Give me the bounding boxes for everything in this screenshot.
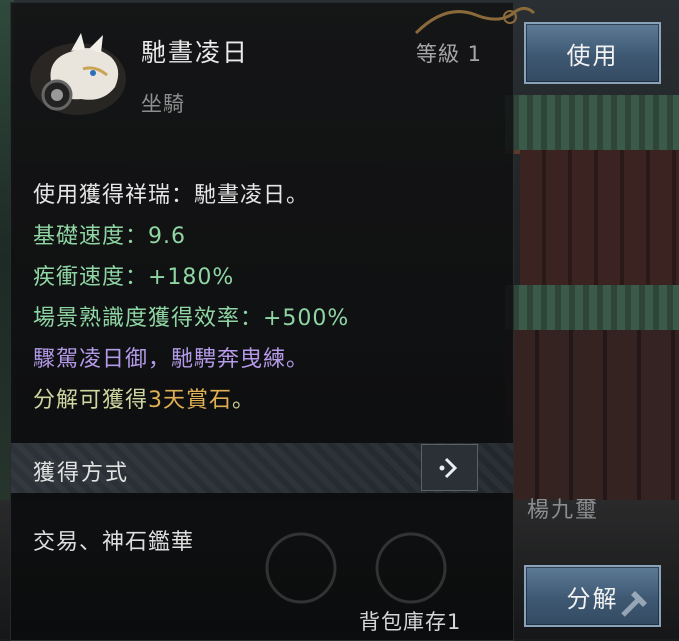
- acquire-section-title: 獲得方式: [33, 461, 130, 486]
- decompose-reward-text: 分解可獲得3天賞石。: [33, 380, 349, 421]
- stat-sprint-speed: 疾衝速度：+180%: [33, 265, 235, 290]
- decompose-reward-highlight: 3天賞石: [148, 388, 233, 413]
- hammer-icon: [621, 591, 647, 617]
- item-tooltip-panel: 馳晝凌日 等級 1 坐騎 使用獲得祥瑞：馳晝凌日。 基礎速度：9.6 疾衝速度：…: [10, 2, 536, 641]
- description-use-effect: 使用獲得祥瑞：馳晝凌日。: [33, 183, 310, 208]
- npc-name-label: 楊九璽: [527, 498, 600, 523]
- decompose-suffix: 。: [232, 388, 256, 413]
- background-roof-lower: [505, 285, 679, 330]
- ornament-decoration: [414, 6, 536, 35]
- background-building: [505, 330, 679, 510]
- flavor-text: 驟駕凌日御，馳騁奔曳練。: [33, 347, 310, 372]
- arrow-right-icon: [439, 457, 457, 478]
- item-type: 坐騎: [141, 92, 185, 116]
- background-roof: [505, 95, 679, 154]
- acquire-expand-button[interactable]: [421, 444, 478, 491]
- stat-familiarity-rate: 場景熟識度獲得效率：+500%: [33, 306, 350, 331]
- decompose-button-label: 分解: [566, 584, 619, 613]
- acquire-method-text: 交易、神石鑑華: [33, 530, 195, 555]
- use-button-label: 使用: [566, 41, 619, 70]
- item-level: 等級 1: [416, 42, 483, 66]
- inventory-stock-count: 背包庫存1: [359, 610, 462, 634]
- stat-base-speed: 基礎速度：9.6: [33, 224, 186, 249]
- item-description: 使用獲得祥瑞：馳晝凌日。 基礎速度：9.6 疾衝速度：+180% 場景熟識度獲得…: [33, 175, 349, 421]
- mount-item-icon: [30, 33, 126, 115]
- decompose-prefix: 分解可獲得: [33, 388, 149, 413]
- use-button[interactable]: 使用: [524, 22, 661, 84]
- decompose-button[interactable]: 分解: [524, 565, 661, 627]
- item-name: 馳晝凌日: [141, 38, 250, 67]
